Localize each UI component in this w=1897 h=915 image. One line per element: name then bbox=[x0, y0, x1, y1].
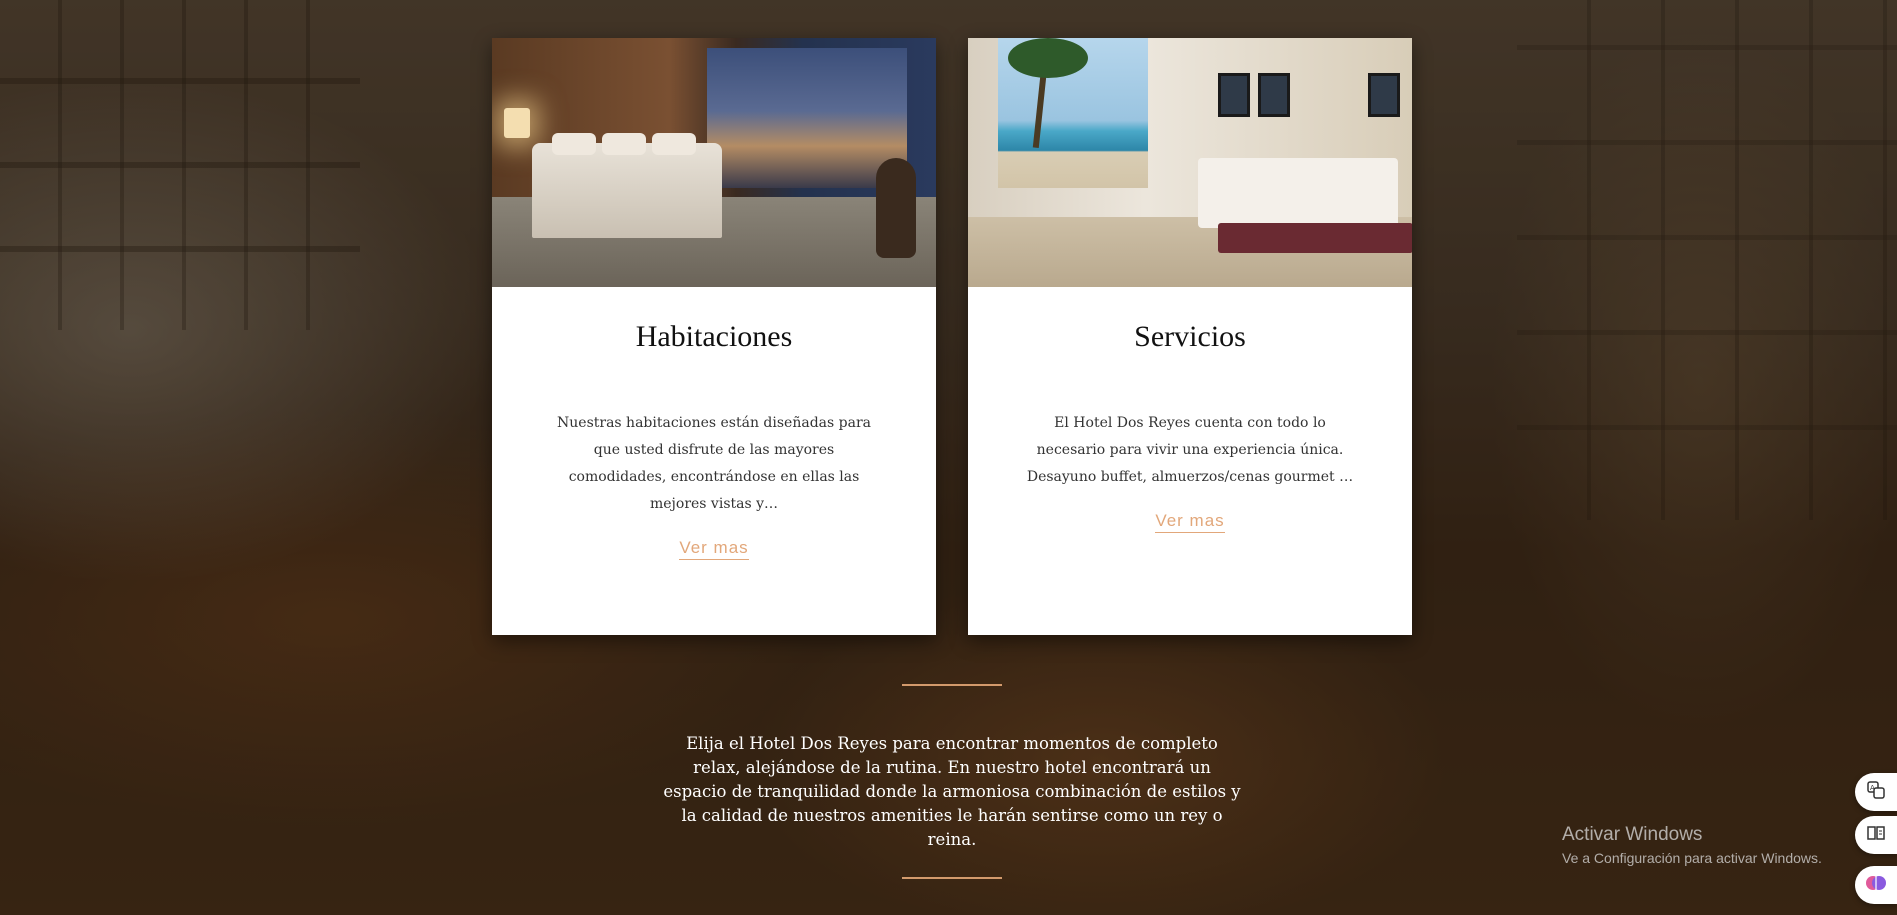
ver-mas-link[interactable]: Ver mas bbox=[679, 538, 749, 560]
ver-mas-link[interactable]: Ver mas bbox=[1155, 511, 1225, 533]
intro-text: Elija el Hotel Dos Reyes para encontrar … bbox=[663, 734, 1241, 849]
brain-icon bbox=[1865, 872, 1887, 899]
divider-top bbox=[902, 684, 1002, 686]
svg-text:A: A bbox=[1870, 784, 1875, 792]
card-title: Habitaciones bbox=[635, 320, 793, 353]
servicios-photo bbox=[968, 38, 1412, 287]
card-description: El Hotel Dos Reyes cuenta con todo lo ne… bbox=[1026, 415, 1354, 485]
translate-icon: A bbox=[1866, 780, 1886, 805]
card-habitaciones: Habitaciones Nuestras habitaciones están… bbox=[492, 38, 936, 635]
card-title: Servicios bbox=[1134, 320, 1246, 353]
card-description: Nuestras habitaciones están diseñadas pa… bbox=[557, 415, 871, 512]
translate-button[interactable]: A bbox=[1855, 773, 1897, 811]
reader-icon bbox=[1866, 823, 1886, 848]
card-servicios: Servicios El Hotel Dos Reyes cuenta con … bbox=[968, 38, 1412, 635]
reader-button[interactable] bbox=[1855, 816, 1897, 854]
watermark-title: Activar Windows bbox=[1562, 824, 1703, 845]
watermark-subtitle: Ve a Configuración para activar Windows. bbox=[1562, 850, 1822, 866]
windows-activation-watermark: Activar Windows Ve a Configuración para … bbox=[1562, 824, 1822, 866]
divider-bottom bbox=[902, 877, 1002, 879]
habitaciones-photo bbox=[492, 38, 936, 287]
ai-assistant-button[interactable] bbox=[1855, 866, 1897, 904]
